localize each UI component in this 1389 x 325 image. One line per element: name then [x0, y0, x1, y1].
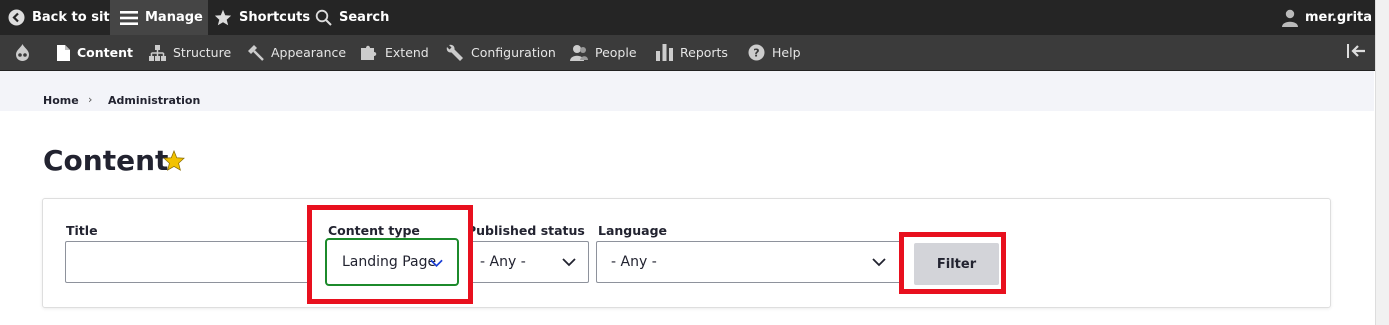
chevron-down-icon	[562, 255, 576, 271]
sitemap-icon	[149, 44, 166, 61]
back-arrow-icon	[8, 9, 25, 26]
collapse-toolbar-button[interactable]	[1346, 35, 1366, 70]
language-value: - Any -	[611, 254, 657, 270]
wrench-icon	[446, 44, 464, 62]
back-to-site-link[interactable]: Back to site	[8, 0, 118, 35]
people-icon	[570, 44, 588, 61]
menu-item-structure[interactable]: Structure	[149, 35, 231, 70]
menu-item-label: Reports	[680, 45, 728, 60]
manage-label: Manage	[145, 10, 203, 25]
page-scrollbar[interactable]	[1375, 0, 1389, 325]
shortcuts-label: Shortcuts	[239, 10, 311, 25]
star-icon	[214, 9, 232, 26]
file-icon	[57, 44, 70, 61]
filter-button[interactable]: Filter	[914, 243, 999, 285]
user-name: mer.grita	[1305, 10, 1373, 25]
published-status-value: - Any -	[480, 254, 526, 270]
breadcrumb: Home › Administration	[0, 71, 1374, 111]
collapse-arrow-icon	[1346, 44, 1366, 61]
menu-item-label: Help	[772, 45, 801, 60]
drupal-logo-icon[interactable]	[15, 35, 30, 70]
menu-item-label: Configuration	[471, 45, 556, 60]
menu-item-configuration[interactable]: Configuration	[446, 35, 556, 70]
page-title: Content	[43, 144, 169, 177]
menu-item-appearance[interactable]: Appearance	[247, 35, 346, 70]
menu-item-label: Appearance	[271, 45, 347, 60]
content-type-select[interactable]: Landing Page	[325, 238, 459, 286]
menu-item-help[interactable]: ? Help	[748, 35, 801, 70]
title-filter-input[interactable]	[65, 241, 320, 283]
chevron-down-icon	[430, 256, 443, 272]
language-select[interactable]: - Any -	[596, 241, 901, 283]
content-type-value: Landing Page	[342, 254, 437, 270]
menu-item-people[interactable]: People	[570, 35, 637, 70]
language-label: Language	[598, 223, 668, 238]
search-tab[interactable]: Search	[315, 0, 389, 35]
title-filter-label: Title	[66, 223, 98, 238]
manage-tab[interactable]: Manage	[110, 0, 208, 35]
puzzle-icon	[361, 44, 378, 61]
breadcrumb-separator: ›	[88, 93, 93, 106]
user-icon	[1282, 9, 1298, 27]
user-menu[interactable]: mer.grita	[1282, 0, 1372, 35]
svg-text:?: ?	[753, 47, 759, 60]
paintbrush-icon	[247, 44, 264, 61]
back-to-site-label: Back to site	[32, 10, 119, 25]
menu-item-reports[interactable]: Reports	[656, 35, 728, 70]
shortcut-star-icon[interactable]	[163, 149, 185, 175]
search-icon	[315, 9, 332, 26]
chevron-down-icon	[872, 255, 886, 271]
bar-chart-icon	[656, 44, 673, 61]
search-label: Search	[339, 10, 390, 25]
menu-item-extend[interactable]: Extend	[361, 35, 429, 70]
menu-item-label: People	[595, 45, 637, 60]
menu-item-label: Structure	[173, 45, 232, 60]
admin-menu-bar: Content Structure Appearance Extend Conf…	[0, 35, 1389, 71]
help-icon: ?	[748, 44, 765, 61]
breadcrumb-home-link[interactable]: Home	[43, 94, 79, 107]
shortcuts-tab[interactable]: Shortcuts	[214, 0, 310, 35]
menu-item-content[interactable]: Content	[57, 35, 133, 70]
content-type-label: Content type	[328, 223, 420, 238]
menu-item-label: Content	[77, 45, 133, 60]
hamburger-icon	[120, 10, 138, 26]
top-toolbar: Back to site Manage Shortcuts Search mer…	[0, 0, 1389, 35]
published-status-select[interactable]: - Any -	[465, 241, 589, 283]
published-status-label: Published status	[467, 223, 585, 238]
breadcrumb-administration-link[interactable]: Administration	[108, 94, 200, 107]
menu-item-label: Extend	[385, 45, 429, 60]
